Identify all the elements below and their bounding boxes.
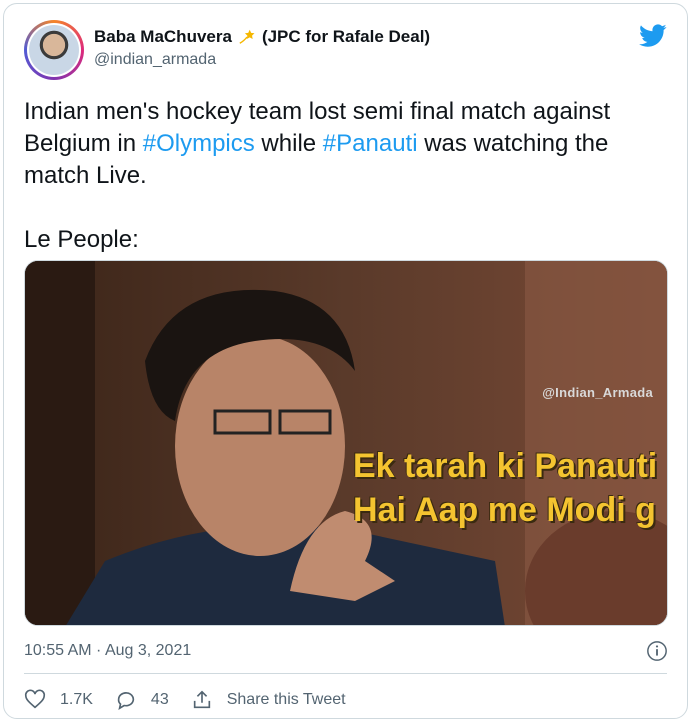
avatar[interactable] (24, 20, 84, 80)
author-handle[interactable]: @indian_armada (94, 51, 430, 69)
hashtag-panauti[interactable]: #Panauti (323, 130, 418, 157)
author-bio-tag: (JPC for Rafale Deal) (261, 27, 431, 46)
hashtag-olympics[interactable]: #Olympics (143, 130, 255, 157)
meme-caption: Ek tarah ki Panauti Hai Aap me Modi g (353, 447, 658, 529)
tweet-body: Indian men's hockey team lost semi final… (24, 98, 611, 189)
share-label: Share this Tweet (226, 691, 346, 708)
reply-count: 43 (150, 691, 169, 708)
reply-button[interactable]: 43 (115, 689, 169, 711)
author-names: Baba MaChuvera (JPC for Rafale Deal) @in… (94, 27, 430, 69)
twitter-bird-icon[interactable] (639, 24, 667, 48)
tweet-timestamp[interactable]: 10:55 AM · Aug 3, 2021 (24, 642, 191, 660)
like-count: 1.7K (60, 691, 93, 708)
tweet-actions: 1.7K 43 Share this Tweet (24, 686, 368, 714)
tweet-card: Baba MaChuvera (JPC for Rafale Deal) @in… (3, 3, 688, 719)
shooting-star-icon (239, 29, 255, 44)
tweet-body-line2: Le People: (24, 226, 139, 253)
tweet-meta: 10:55 AM · Aug 3, 2021 (24, 636, 668, 666)
info-icon[interactable] (646, 640, 668, 662)
heart-icon (24, 689, 46, 709)
like-button[interactable]: 1.7K (24, 689, 93, 711)
tweet-text: Indian men's hockey team lost semi final… (24, 96, 664, 256)
tweet-media-image[interactable]: @Indian_Armada Ek tarah ki Panauti Hai A… (24, 260, 668, 626)
divider (24, 673, 667, 674)
reply-bubble-icon (117, 692, 135, 710)
media-watermark: @Indian_Armada (542, 385, 653, 400)
share-icon (193, 690, 210, 709)
author-display-name[interactable]: Baba MaChuvera (94, 27, 232, 47)
share-button[interactable]: Share this Tweet (191, 689, 346, 711)
tweet-header: Baba MaChuvera (JPC for Rafale Deal) @in… (24, 20, 667, 80)
